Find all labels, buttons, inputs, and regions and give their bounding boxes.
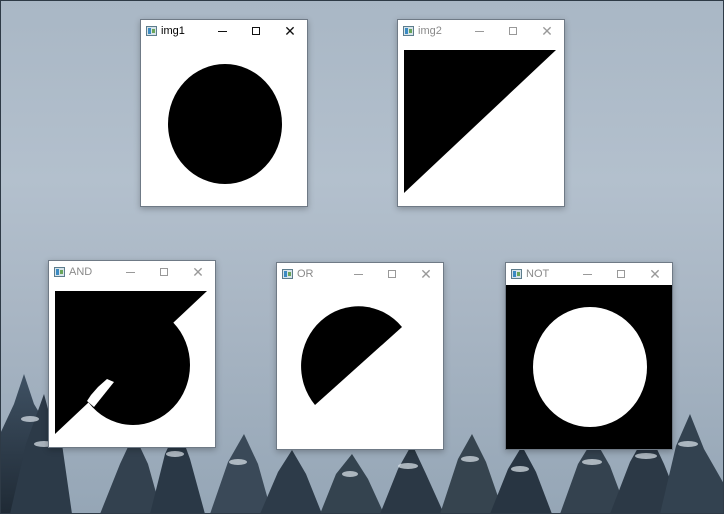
window-title: img1 bbox=[161, 25, 185, 37]
maximize-icon bbox=[160, 268, 168, 276]
minimize-button[interactable] bbox=[462, 20, 496, 42]
image-canvas bbox=[277, 285, 443, 449]
titlebar[interactable]: AND ✕ bbox=[49, 261, 215, 283]
img2-image bbox=[398, 42, 564, 206]
window-and[interactable]: AND ✕ bbox=[48, 260, 216, 448]
or-image bbox=[277, 285, 443, 449]
titlebar[interactable]: OR ✕ bbox=[277, 263, 443, 285]
titlebar[interactable]: NOT ✕ bbox=[506, 263, 672, 285]
window-title: img2 bbox=[418, 25, 442, 37]
minimize-button[interactable] bbox=[570, 263, 604, 285]
maximize-button[interactable] bbox=[239, 20, 273, 42]
window-or[interactable]: OR ✕ bbox=[276, 262, 444, 450]
window-title: AND bbox=[69, 266, 93, 278]
close-icon: ✕ bbox=[192, 264, 204, 280]
window-not[interactable]: NOT ✕ bbox=[505, 262, 673, 450]
window-title: OR bbox=[297, 268, 314, 280]
not-image bbox=[506, 285, 672, 449]
app-icon bbox=[282, 269, 293, 279]
close-icon: ✕ bbox=[541, 23, 553, 39]
image-canvas bbox=[506, 285, 672, 449]
close-button[interactable]: ✕ bbox=[181, 261, 215, 283]
maximize-icon bbox=[252, 27, 260, 35]
minimize-icon bbox=[353, 273, 363, 275]
close-button[interactable]: ✕ bbox=[409, 263, 443, 285]
close-icon: ✕ bbox=[420, 266, 432, 282]
close-button[interactable]: ✕ bbox=[273, 20, 307, 42]
titlebar[interactable]: img1 ✕ bbox=[141, 20, 307, 42]
minimize-icon bbox=[474, 30, 484, 32]
maximize-icon bbox=[509, 27, 517, 35]
and-image bbox=[49, 283, 215, 447]
maximize-button[interactable] bbox=[604, 263, 638, 285]
minimize-button[interactable] bbox=[341, 263, 375, 285]
img1-image bbox=[141, 42, 307, 206]
window-title: NOT bbox=[526, 268, 550, 280]
minimize-icon bbox=[582, 273, 592, 275]
minimize-button[interactable] bbox=[205, 20, 239, 42]
minimize-icon bbox=[125, 271, 135, 273]
maximize-icon bbox=[388, 270, 396, 278]
image-canvas bbox=[141, 42, 307, 206]
window-img1[interactable]: img1 ✕ bbox=[140, 19, 308, 207]
titlebar[interactable]: img2 ✕ bbox=[398, 20, 564, 42]
close-icon: ✕ bbox=[649, 266, 661, 282]
app-icon bbox=[511, 269, 522, 279]
close-button[interactable]: ✕ bbox=[638, 263, 672, 285]
maximize-button[interactable] bbox=[375, 263, 409, 285]
minimize-button[interactable] bbox=[113, 261, 147, 283]
close-icon: ✕ bbox=[284, 23, 296, 39]
window-img2[interactable]: img2 ✕ bbox=[397, 19, 565, 207]
app-icon bbox=[54, 267, 65, 277]
maximize-icon bbox=[617, 270, 625, 278]
image-canvas bbox=[398, 42, 564, 206]
maximize-button[interactable] bbox=[147, 261, 181, 283]
maximize-button[interactable] bbox=[496, 20, 530, 42]
app-icon bbox=[403, 26, 414, 36]
app-icon bbox=[146, 26, 157, 36]
image-canvas bbox=[49, 283, 215, 447]
close-button[interactable]: ✕ bbox=[530, 20, 564, 42]
minimize-icon bbox=[217, 30, 227, 32]
